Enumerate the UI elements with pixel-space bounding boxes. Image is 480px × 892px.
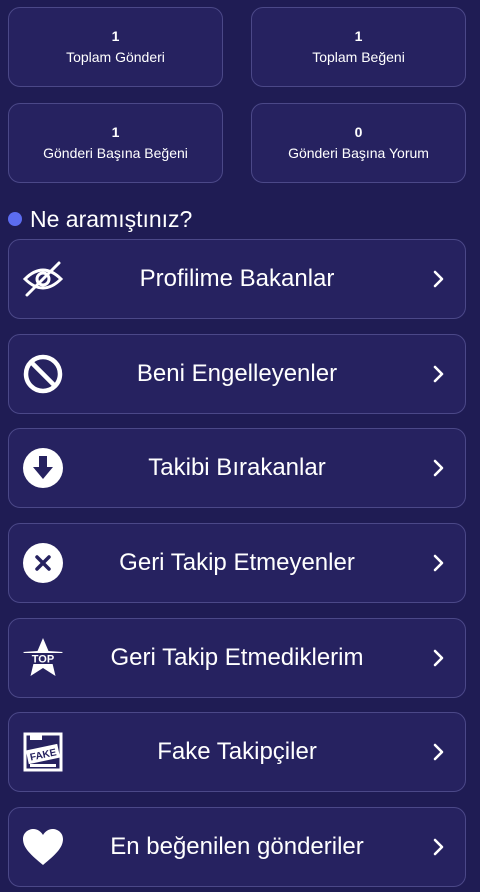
heart-icon	[21, 825, 65, 869]
stat-label: Gönderi Başına Yorum	[288, 145, 429, 161]
chevron-right-icon	[433, 460, 444, 477]
section-title: Ne aramıştınız?	[8, 204, 192, 234]
chevron-right-icon	[433, 838, 444, 856]
stat-label: Toplam Gönderi	[66, 49, 165, 65]
menu-item-profile-viewers[interactable]: Profilime Bakanlar	[8, 239, 466, 319]
bullet-dot-icon	[8, 212, 22, 226]
stat-card-total-likes: 1 Toplam Beğeni	[251, 7, 466, 87]
feature-menu: Profilime Bakanlar Beni Engelleyenler Ta…	[8, 239, 466, 892]
menu-item-label: En beğenilen gönderiler	[110, 833, 364, 861]
chevron-right-icon	[433, 554, 444, 572]
stat-label: Toplam Beğeni	[312, 49, 405, 65]
eye-slash-icon	[21, 257, 65, 301]
arrow-down-circle-icon	[21, 446, 65, 490]
stat-card-comments-per-post: 0 Gönderi Başına Yorum	[251, 103, 466, 183]
top-icon-text: TOP	[32, 653, 54, 665]
menu-item-unfollowers[interactable]: Takibi Bırakanlar	[8, 428, 466, 509]
menu-item-label: Geri Takip Etmeyenler	[119, 549, 355, 577]
ban-icon	[21, 352, 65, 396]
chevron-right-icon	[433, 649, 444, 667]
top-star-icon: TOP	[21, 636, 65, 680]
stat-value: 1	[111, 28, 120, 44]
fake-stamp-icon: FAKE	[21, 730, 65, 774]
chevron-right-icon	[433, 365, 444, 382]
menu-item-i-dont-follow-back[interactable]: TOP Geri Takip Etmediklerim	[8, 617, 466, 698]
chevron-right-icon	[433, 744, 444, 761]
stat-label: Gönderi Başına Beğeni	[43, 145, 188, 161]
x-circle-icon	[21, 541, 65, 585]
stat-value: 1	[354, 28, 363, 44]
menu-item-blockers[interactable]: Beni Engelleyenler	[8, 333, 466, 414]
stat-value: 1	[111, 124, 120, 140]
menu-item-label: Beni Engelleyenler	[136, 359, 338, 387]
menu-item-not-following-back[interactable]: Geri Takip Etmeyenler	[8, 523, 466, 604]
menu-item-label: Geri Takip Etmediklerim	[110, 643, 364, 671]
chevron-right-icon	[433, 270, 444, 288]
stats-grid: 1 Toplam Gönderi 1 Toplam Beğeni 1 Gönde…	[8, 7, 468, 183]
menu-item-label: Takibi Bırakanlar	[148, 454, 326, 482]
menu-item-fake-followers[interactable]: FAKE Fake Takipçiler	[8, 712, 466, 793]
stat-card-likes-per-post: 1 Gönderi Başına Beğeni	[8, 103, 223, 183]
stat-value: 0	[354, 124, 363, 140]
stat-card-total-posts: 1 Toplam Gönderi	[8, 7, 223, 87]
menu-item-label: Fake Takipçiler	[157, 738, 317, 766]
menu-item-most-liked-posts[interactable]: En beğenilen gönderiler	[8, 807, 466, 888]
section-title-text: Ne aramıştınız?	[30, 205, 193, 232]
menu-item-label: Profilime Bakanlar	[139, 265, 335, 292]
